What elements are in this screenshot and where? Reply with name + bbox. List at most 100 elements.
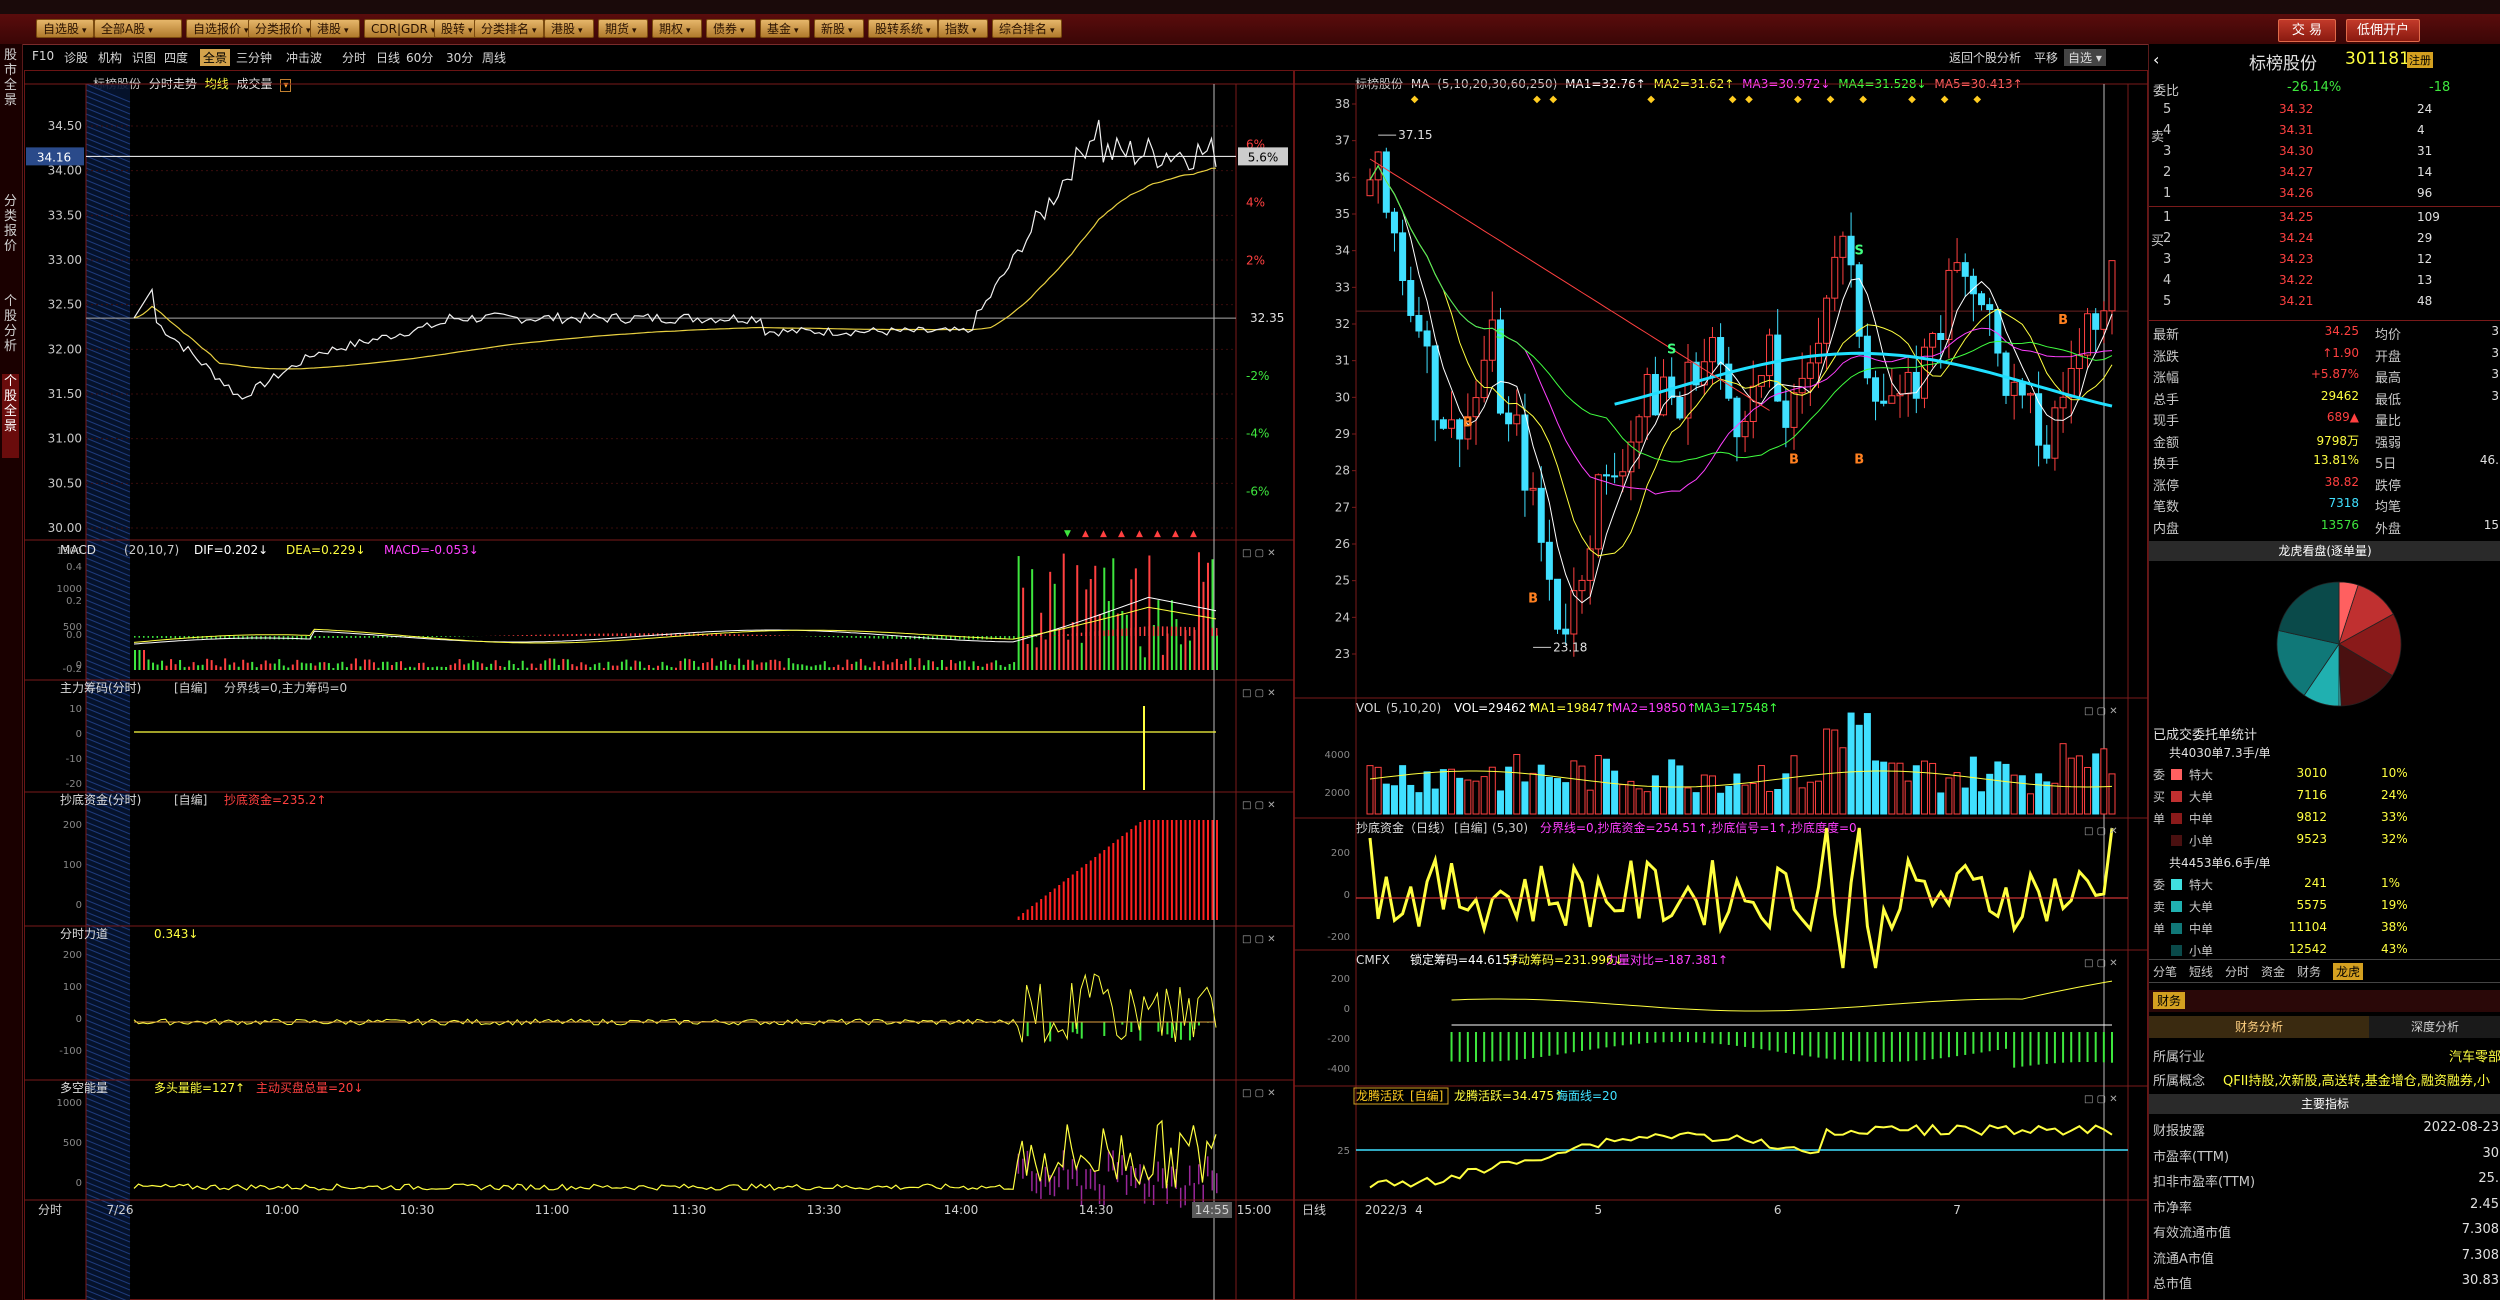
subnav-item-4[interactable]: 四度 [164,49,188,66]
side-tab-category-quotes[interactable]: 分类报价 [2,194,19,278]
dknl-text1: 多头量能=127↑ [154,1081,245,1095]
toolbar-button-label: 自选股 [43,22,80,36]
panel-window-controls[interactable]: □ ▢ ✕ [1242,688,1276,699]
toolbar-button-7[interactable]: 分类排名 ▾ [474,19,544,38]
kline-volume-bar [2067,757,2075,815]
panel-window-controls[interactable]: □ ▢ ✕ [1242,800,1276,811]
ask-level: 1 [2163,186,2172,201]
quote-tab-3[interactable]: 资金 [2261,963,2285,980]
order-side: 单 [2153,922,2166,936]
toolbar-button-8[interactable]: 港股 ▾ [544,19,594,38]
subnav-item-10[interactable]: 60分 [406,49,433,66]
panel-window-controls[interactable]: □ ▢ ✕ [1242,548,1276,559]
panel-window-controls[interactable]: □ ▢ ✕ [1242,934,1276,945]
toolbar-button-14[interactable]: 股转系统 ▾ [868,19,938,38]
quote-tab-0[interactable]: 分笔 [2153,963,2177,980]
subnav-item-12[interactable]: 周线 [482,49,506,66]
ask-price[interactable]: 34.32 [2279,102,2313,116]
volume-bar [819,664,822,670]
ask-price[interactable]: 34.31 [2279,123,2313,137]
kline-volume-bar [1904,780,1912,815]
subnav-item-1[interactable]: 诊股 [64,49,88,66]
toolbar-button-6[interactable]: 股转 ▾ [434,19,480,38]
volume-bar [927,660,930,670]
bid-price[interactable]: 34.24 [2279,231,2313,245]
toolbar-button-11[interactable]: 债券 ▾ [706,19,756,38]
volume-bar [859,658,862,670]
toolbar-button-12[interactable]: 基金 ▾ [760,19,810,38]
toolbar-button-16[interactable]: 综合排名 ▾ [992,19,1062,38]
quote-tab-1[interactable]: 短线 [2189,963,2213,980]
panel-window-controls[interactable]: □ ▢ ✕ [1242,1088,1276,1099]
kline-volume-bar [1439,769,1447,815]
macd-bar [327,636,330,638]
toolbar-button-0[interactable]: 自选股 ▾ [36,19,94,38]
toolbar-button-4[interactable]: 港股 ▾ [310,19,360,38]
panel-window-controls[interactable]: □ ▢ ✕ [2084,1094,2118,1105]
margin-account-button[interactable]: 低佣开户 [2346,19,2420,42]
toolbar-button-1[interactable]: 全部A股 ▾ [94,19,182,38]
volume-bar [990,662,993,670]
volume-bar [688,659,691,670]
finance-analysis-tab[interactable]: 财务分析 [2149,1016,2369,1038]
subnav-item-0[interactable]: F10 [32,49,54,63]
cmfx-bar [1564,1032,1567,1054]
panel-window-controls[interactable]: □ ▢ ✕ [2084,826,2118,837]
bid-price[interactable]: 34.23 [2279,252,2313,266]
candle-body [1390,211,1398,234]
trade-button[interactable]: 交 易 [2278,19,2336,42]
subnav-item-11[interactable]: 30分 [446,49,473,66]
panel-window-controls[interactable]: □ ▢ ✕ [2084,706,2118,717]
subnav-item-2[interactable]: 机构 [98,49,122,66]
bid-price[interactable]: 34.25 [2279,210,2313,224]
cdzj-bar [1040,899,1043,920]
fin-label: 扣非市盈率(TTM) [2153,1175,2256,1190]
subnav-item-8[interactable]: 分时 [342,49,366,66]
pan-button[interactable]: 平移 [2034,49,2058,66]
back-to-analysis-link[interactable]: 返回个股分析 [1949,49,2021,66]
volume-bar [314,665,317,670]
kline-volume-bar [1937,792,1945,815]
subnav-item-6[interactable]: 三分钟 [236,49,272,66]
ask-price[interactable]: 34.26 [2279,186,2313,200]
bid-price[interactable]: 34.21 [2279,294,2313,308]
quote-tab-5[interactable]: 龙虎 [2333,963,2364,980]
ask-price[interactable]: 34.30 [2279,144,2313,158]
subnav-item-5[interactable]: 全景 [200,49,231,66]
subnav-item-3[interactable]: 识图 [132,49,156,66]
ask-price[interactable]: 34.27 [2279,165,2313,179]
kline-price-tick: 32 [1335,317,1350,331]
finance-tag[interactable]: 财务 [2153,992,2186,1009]
toolbar-button-2[interactable]: 自选报价 ▾ [186,19,256,38]
quote-tab-4[interactable]: 财务 [2297,963,2321,980]
kline-volume-bar [1684,787,1692,815]
side-tab-stock-analysis[interactable]: 个股分析 [2,294,19,364]
candle-body [1448,419,1456,429]
deep-analysis-tab[interactable]: 深度分析 [2369,1016,2500,1038]
kline-volume-bar [1823,728,1831,815]
quote-tab-2[interactable]: 分时 [2225,963,2249,980]
toolbar-button-15[interactable]: 指数 ▾ [938,19,988,38]
side-tab-market-overview[interactable]: 股市全景 [2,48,19,112]
toolbar-button-13[interactable]: 新股 ▾ [814,19,864,38]
cdzj-bar [1035,902,1038,920]
ask-level: 2 [2163,165,2172,180]
toolbar-button-3[interactable]: 分类报价 ▾ [248,19,318,38]
panel-window-controls[interactable]: □ ▢ ✕ [2084,958,2118,969]
macd-bar [359,636,361,638]
toolbar-button-9[interactable]: 期货 ▾ [598,19,648,38]
candle-body [1423,330,1431,347]
subnav-item-7[interactable]: 冲击波 [286,49,322,66]
cmfx-bar [1458,1032,1461,1062]
subnav-item-9[interactable]: 日线 [376,49,400,66]
toolbar-button-10[interactable]: 期权 ▾ [652,19,702,38]
watchlist-dropdown[interactable]: 自选 ▾ [2064,49,2106,66]
bid-price[interactable]: 34.22 [2279,273,2313,287]
toolbar-button-5[interactable]: CDR|GDR▾ [364,19,443,38]
volume-bar [697,666,700,670]
stat-label: 均价 [2375,328,2402,343]
side-tab-stock-panorama[interactable]: 个股全景 [2,374,19,458]
back-arrow-icon[interactable]: ‹ [2153,50,2159,69]
volume-bar [499,665,502,670]
signal-marker: ▲ [1172,529,1179,539]
